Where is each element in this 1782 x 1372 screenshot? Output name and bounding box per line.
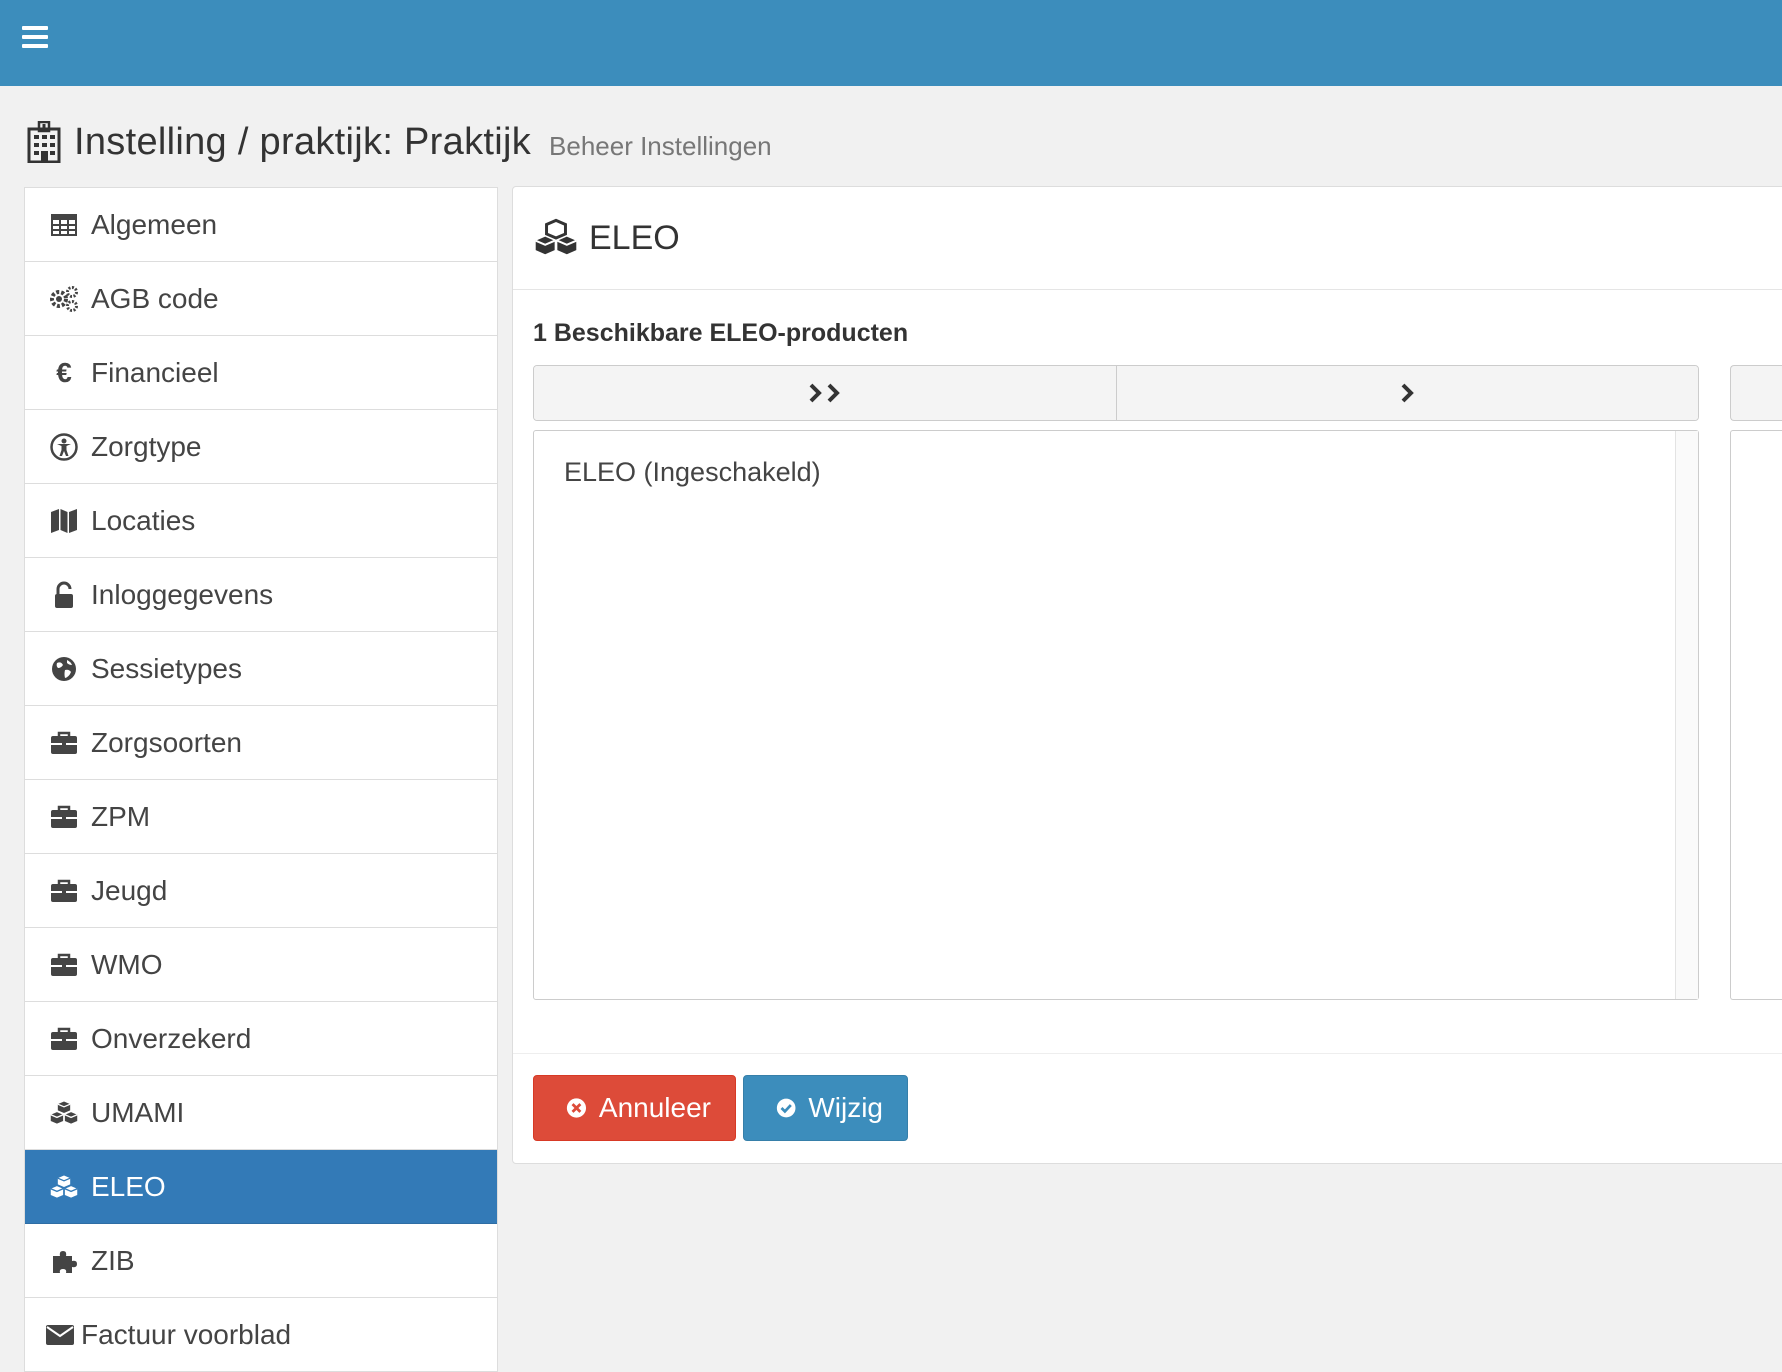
- top-navbar: [0, 0, 1782, 86]
- panel-header: ELEO: [513, 187, 1782, 290]
- envelope-icon: [46, 1324, 74, 1345]
- sidebar-item-label: ZPM: [91, 800, 151, 832]
- sidebar-item-label: ELEO: [91, 1170, 166, 1202]
- eleo-panel: ELEO 1 Beschikbare ELEO-producten ELEO (…: [512, 186, 1782, 1164]
- available-products-label: 1 Beschikbare ELEO-producten: [533, 319, 909, 347]
- sidebar-item-label: UMAMI: [91, 1096, 185, 1128]
- sidebar-item-onverzekerd[interactable]: Onverzekerd: [25, 1002, 497, 1076]
- accessibility-icon: [50, 432, 78, 461]
- dual-listbox-move-buttons: [533, 365, 1699, 421]
- briefcase-icon: [51, 805, 77, 828]
- page-title: Instelling / praktijk: Praktijk: [74, 120, 532, 163]
- sidebar-item-zpm[interactable]: ZPM: [25, 780, 497, 854]
- sidebar-item-label: AGB code: [91, 282, 219, 314]
- sidebar-item-jeugd[interactable]: Jeugd: [25, 854, 497, 928]
- cubes-icon: [50, 1101, 78, 1124]
- cancel-button[interactable]: Annuleer: [533, 1075, 736, 1141]
- move-all-button[interactable]: [534, 366, 1116, 420]
- globe-icon: [52, 656, 76, 681]
- sidebar-item-label: Algemeen: [91, 208, 218, 240]
- sidebar-item-label: ZIB: [91, 1244, 135, 1276]
- move-selected-button[interactable]: [1115, 366, 1698, 420]
- sidebar-item-agb-code[interactable]: AGB code: [25, 262, 497, 336]
- sidebar-item-label: Zorgsoorten: [91, 726, 242, 758]
- double-chevron-right-icon: [809, 383, 840, 403]
- page-subtitle: Beheer Instellingen: [549, 130, 772, 161]
- briefcase-icon: [51, 879, 77, 902]
- settings-sidebar: Algemeen AGB code € Financieel Zorgtype …: [24, 187, 498, 1372]
- sidebar-item-label: WMO: [91, 948, 163, 980]
- panel-footer-divider: [513, 1053, 1782, 1054]
- sidebar-item-inloggegevens[interactable]: Inloggegevens: [25, 558, 497, 632]
- sidebar-item-umami[interactable]: UMAMI: [25, 1076, 497, 1150]
- briefcase-icon: [51, 1027, 77, 1050]
- save-label: Wijzig: [808, 1092, 883, 1123]
- sidebar-item-zorgtype[interactable]: Zorgtype: [25, 410, 497, 484]
- hamburger-menu-icon[interactable]: [22, 26, 48, 48]
- selected-products-listbox[interactable]: [1730, 430, 1782, 1000]
- list-item[interactable]: ELEO (Ingeschakeld): [564, 457, 821, 488]
- sidebar-item-algemeen[interactable]: Algemeen: [25, 188, 497, 262]
- sidebar-item-sessietypes[interactable]: Sessietypes: [25, 632, 497, 706]
- save-button[interactable]: Wijzig: [743, 1075, 908, 1141]
- hospital-building-icon: [27, 121, 61, 163]
- table-icon: [51, 213, 77, 236]
- sidebar-item-financieel[interactable]: € Financieel: [25, 336, 497, 410]
- cancel-label: Annuleer: [598, 1092, 711, 1123]
- sidebar-item-label: Onverzekerd: [91, 1022, 252, 1054]
- sidebar-item-zorgsoorten[interactable]: Zorgsoorten: [25, 706, 497, 780]
- unlock-icon: [55, 581, 73, 608]
- sidebar-item-label: Zorgtype: [91, 430, 202, 462]
- euro-icon: €: [56, 356, 72, 388]
- times-circle-icon: [566, 1098, 587, 1118]
- listbox-scrollbar[interactable]: [1675, 431, 1698, 999]
- remove-buttons-partial[interactable]: [1730, 365, 1782, 421]
- chevron-right-icon: [1401, 383, 1415, 403]
- sidebar-item-eleo[interactable]: ELEO: [25, 1150, 497, 1224]
- sidebar-item-label: Financieel: [91, 356, 219, 388]
- sidebar-item-factuur-voorblad[interactable]: Factuur voorblad: [25, 1298, 497, 1372]
- panel-title: ELEO: [589, 218, 680, 257]
- sidebar-item-wmo[interactable]: WMO: [25, 928, 497, 1002]
- page-header: Instelling / praktijk: Praktijk Beheer I…: [26, 112, 772, 172]
- sidebar-item-zib[interactable]: ZIB: [25, 1224, 497, 1298]
- available-products-listbox[interactable]: ELEO (Ingeschakeld): [533, 430, 1699, 1000]
- sidebar-item-label: Factuur voorblad: [81, 1318, 292, 1350]
- cubes-icon: [535, 218, 577, 255]
- sidebar-item-label: Inloggegevens: [91, 578, 274, 610]
- sidebar-item-label: Locaties: [91, 504, 196, 536]
- sidebar-item-locaties[interactable]: Locaties: [25, 484, 497, 558]
- briefcase-icon: [51, 953, 77, 976]
- puzzle-icon: [53, 1250, 77, 1273]
- sidebar-item-label: Sessietypes: [91, 652, 242, 684]
- map-icon: [51, 508, 77, 533]
- check-circle-icon: [776, 1098, 796, 1118]
- sidebar-item-label: Jeugd: [91, 874, 168, 906]
- briefcase-icon: [51, 731, 77, 754]
- gears-icon: [50, 285, 78, 312]
- cubes-icon: [50, 1175, 78, 1198]
